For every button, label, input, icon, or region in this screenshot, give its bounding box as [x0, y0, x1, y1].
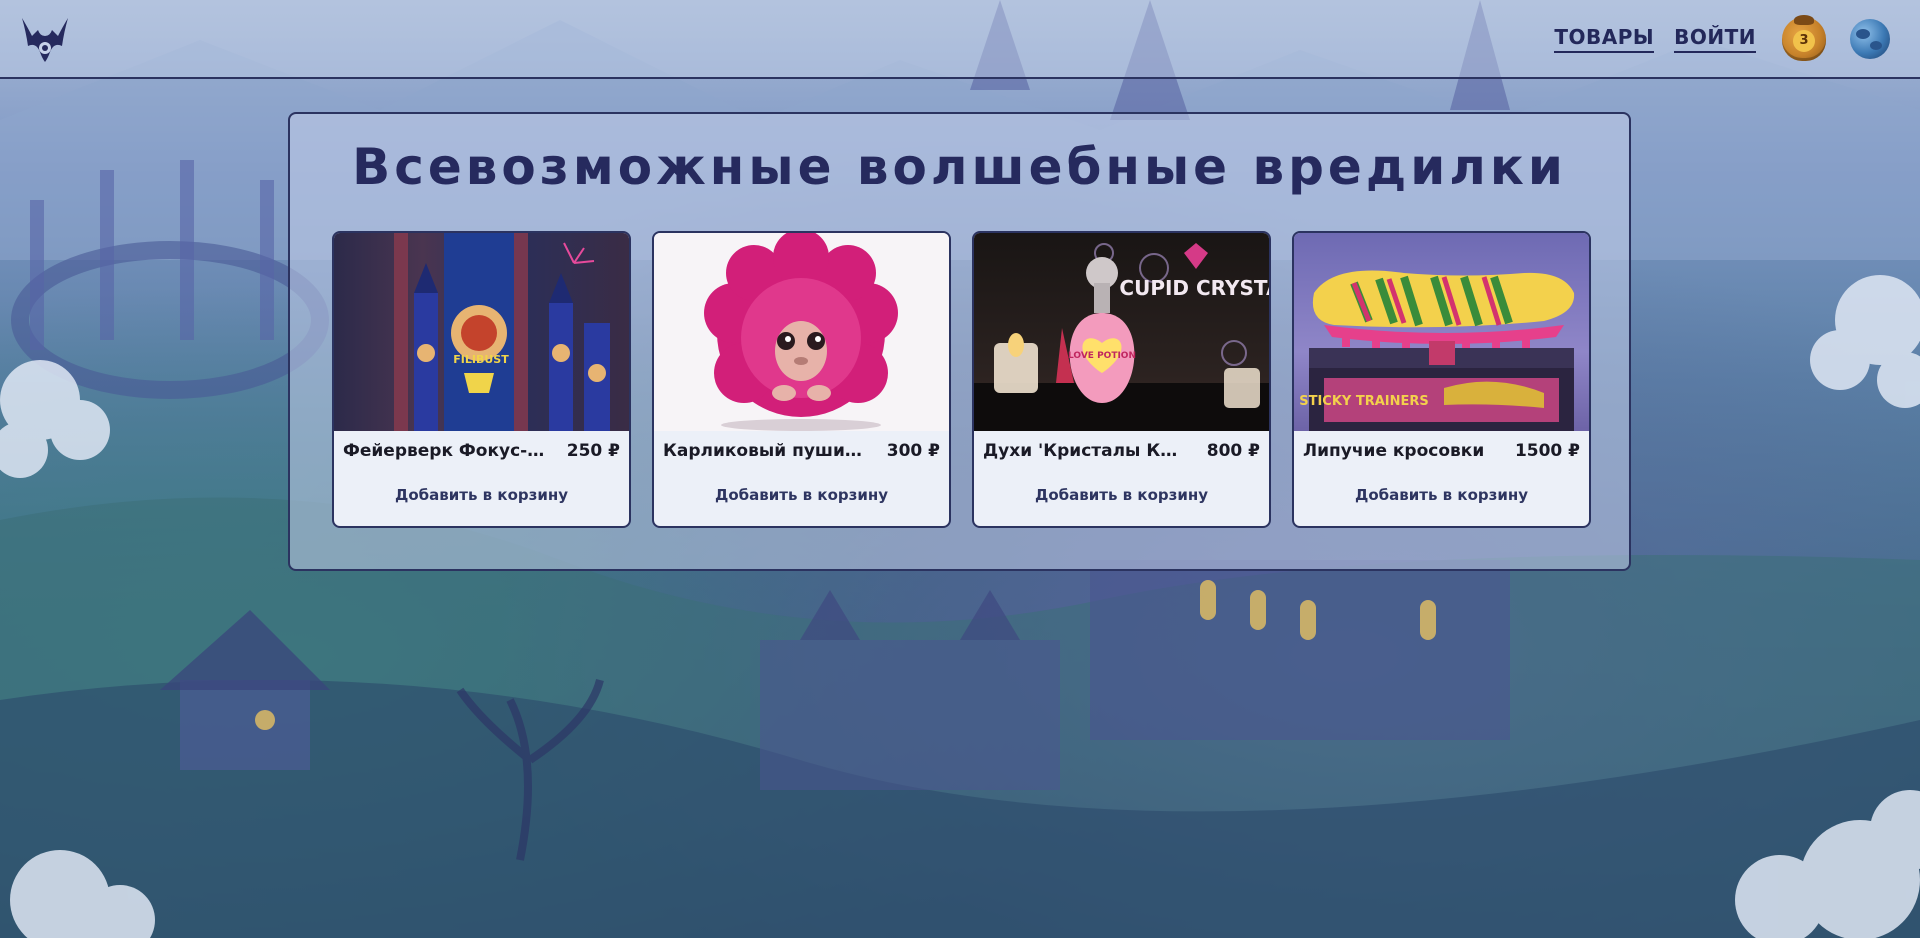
product-info: Карликовый пушистик 300 ₽: [654, 431, 949, 470]
nav-products-link[interactable]: ТОВАРЫ: [1554, 25, 1655, 53]
product-info: Духи 'Кристалы Купид... 800 ₽: [974, 431, 1269, 470]
product-image-fireworks[interactable]: FILIBUST: [334, 233, 629, 431]
top-nav: ТОВАРЫ ВОЙТИ 3: [1554, 0, 1890, 77]
page-title: Всевозможные волшебные вредилки: [352, 138, 1567, 196]
cart-count-badge: 3: [1793, 29, 1815, 52]
product-name: Духи 'Кристалы Купид...: [983, 440, 1188, 461]
product-card: STICKY TRAINERS Липучие кросовки 1500 ₽ …: [1292, 231, 1591, 528]
product-name: Фейерверк Фокус-по...: [343, 440, 548, 461]
product-image-pygmy-puff[interactable]: [654, 233, 949, 431]
cart-button[interactable]: 3: [1782, 14, 1826, 61]
product-name: Липучие кросовки: [1303, 440, 1485, 461]
product-name: Карликовый пушистик: [663, 440, 868, 461]
bag-knot: [1794, 14, 1814, 25]
fireworks-box-text: FILIBUST: [453, 353, 509, 366]
product-price: 250 ₽: [566, 440, 620, 461]
add-to-cart-button[interactable]: Добавить в корзину: [654, 470, 949, 520]
product-card: FILIBUST Фейерверк Фокус-по... 250 ₽ Доб…: [332, 231, 631, 528]
perfume-brand-text: CUPID CRYSTALS: [1119, 276, 1269, 300]
product-price: 800 ₽: [1206, 440, 1260, 461]
nav-login-link[interactable]: ВОЙТИ: [1674, 25, 1756, 53]
product-info: Фейерверк Фокус-по... 250 ₽: [334, 431, 629, 470]
site-header: ТОВАРЫ ВОЙТИ 3: [0, 0, 1920, 79]
product-image-cupid-crystals[interactable]: CUPID CRYSTALS LOVE POTION: [974, 233, 1269, 431]
perfume-label-text: LOVE POTION: [1068, 351, 1136, 361]
bat-logo-icon[interactable]: [18, 12, 72, 66]
language-globe-icon[interactable]: [1850, 18, 1890, 59]
add-to-cart-button[interactable]: Добавить в корзину: [1294, 470, 1589, 520]
product-image-sticky-trainers[interactable]: STICKY TRAINERS: [1294, 233, 1589, 431]
add-to-cart-button[interactable]: Добавить в корзину: [334, 470, 629, 520]
product-grid: FILIBUST Фейерверк Фокус-по... 250 ₽ Доб…: [332, 231, 1591, 528]
product-card: Карликовый пушистик 300 ₽ Добавить в кор…: [652, 231, 951, 528]
products-panel: Всевозможные волшебные вредилки FILIBUST: [288, 112, 1631, 571]
product-card: CUPID CRYSTALS LOVE POTION Духи 'Кристал…: [972, 231, 1271, 528]
shoe-box-text: STICKY TRAINERS: [1299, 394, 1429, 409]
add-to-cart-button[interactable]: Добавить в корзину: [974, 470, 1269, 520]
product-price: 1500 ₽: [1514, 440, 1580, 461]
product-price: 300 ₽: [886, 440, 940, 461]
product-info: Липучие кросовки 1500 ₽: [1294, 431, 1589, 470]
